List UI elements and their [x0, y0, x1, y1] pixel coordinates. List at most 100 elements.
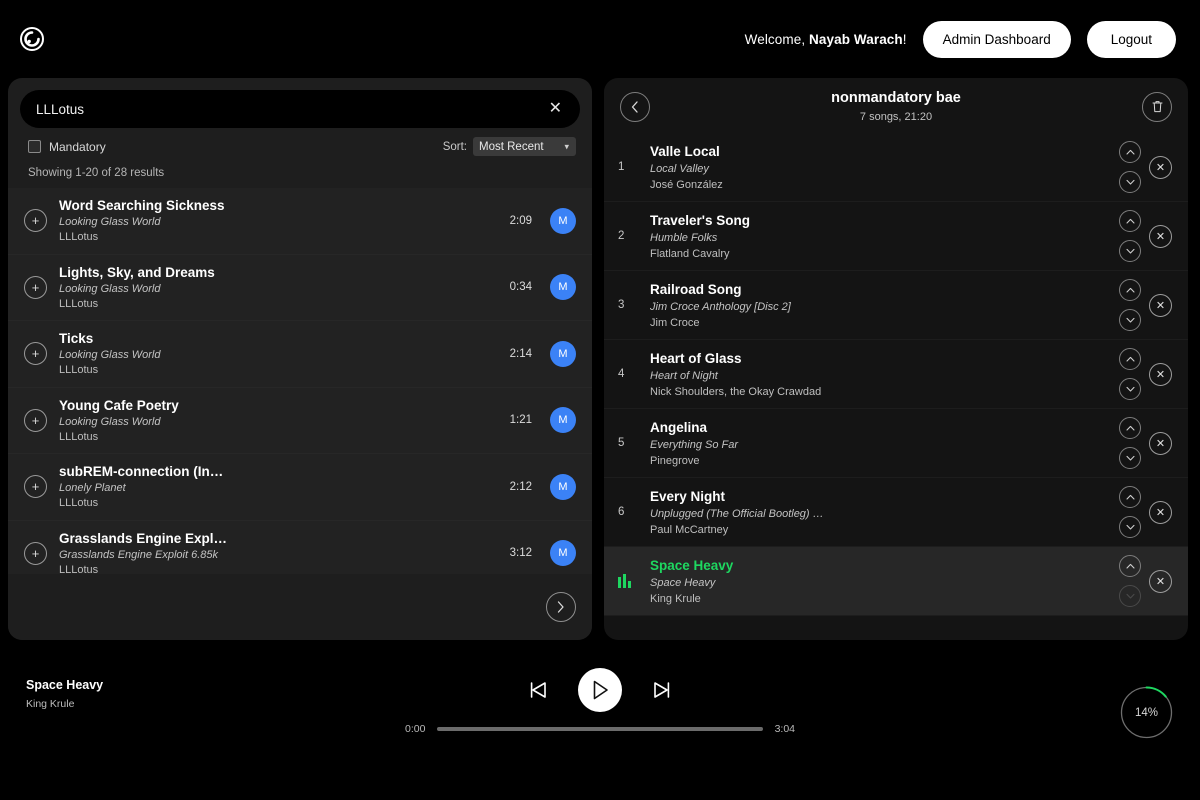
equalizer-icon	[618, 574, 640, 588]
chevron-up-icon	[1125, 287, 1135, 293]
current-time: 0:00	[405, 723, 426, 735]
search-result-row[interactable]: + Grasslands Engine Expl… Grasslands Engin…	[8, 520, 592, 574]
result-album: Grasslands Engine Exploit 6.85k	[59, 548, 218, 561]
chevron-down-icon	[1125, 179, 1135, 185]
search-results-list[interactable]: + Word Searching Sickness Looking Glass Wo…	[8, 188, 592, 574]
move-down-button[interactable]	[1119, 171, 1141, 193]
search-result-row[interactable]: + Ticks Looking Glass World LLLotus 2:14 M	[8, 321, 592, 388]
result-meta: Lights, Sky, and Dreams Looking Glass Wor…	[59, 265, 498, 310]
remove-track-button[interactable]: ✕	[1149, 293, 1172, 317]
chevron-up-icon	[1125, 563, 1135, 569]
track-actions: ✕	[1119, 210, 1172, 262]
search-result-row[interactable]: + Lights, Sky, and Dreams Looking Glass Wo…	[8, 254, 592, 321]
mandatory-filter[interactable]: Mandatory	[28, 140, 106, 154]
remove-track-button[interactable]: ✕	[1149, 431, 1172, 455]
remove-track-button[interactable]: ✕	[1149, 569, 1172, 593]
move-down-button[interactable]	[1119, 309, 1141, 331]
sort-select[interactable]: Most RecentTitleArtistAlbumDuration	[473, 137, 576, 156]
track-index: 3	[618, 299, 625, 311]
uploader-avatar[interactable]: M	[550, 473, 576, 500]
next-page-button[interactable]	[546, 592, 576, 622]
delete-playlist-button[interactable]	[1142, 91, 1172, 122]
play-button[interactable]	[578, 668, 622, 712]
logout-button[interactable]: Logout	[1086, 20, 1176, 58]
uploader-avatar[interactable]: M	[550, 340, 576, 367]
playlist-row[interactable]: 6 Every Night Unplugged (The Official Boot…	[604, 478, 1188, 547]
uploader-avatar[interactable]: M	[550, 274, 576, 301]
progress-bar[interactable]	[437, 727, 763, 731]
move-up-button[interactable]	[1119, 555, 1141, 577]
move-up-button[interactable]	[1119, 210, 1141, 232]
volume-knob[interactable]: 14%	[1119, 685, 1174, 740]
playlist-back-button[interactable]	[620, 91, 650, 122]
playlist-row[interactable]: 3 Railroad Song Jim Croce Anthology [Disc …	[604, 271, 1188, 340]
track-move-buttons	[1119, 486, 1141, 538]
move-up-button[interactable]	[1119, 141, 1141, 163]
add-to-playlist-button[interactable]: +	[24, 209, 47, 233]
result-duration: 1:21	[509, 414, 532, 427]
music-app: Welcome, Nayab Warach! Admin Dashboard L…	[0, 0, 1200, 800]
move-down-button[interactable]	[1119, 240, 1141, 262]
search-input[interactable]	[36, 101, 547, 117]
result-artist: LLLotus	[59, 430, 99, 443]
previous-track-button[interactable]	[520, 674, 556, 706]
search-result-row[interactable]: + subREM-connection (In… Lonely Planet LLLo…	[8, 454, 592, 521]
sort-select-wrap: Most RecentTitleArtistAlbumDuration ▾	[473, 137, 576, 156]
now-playing-artist: King Krule	[26, 698, 75, 710]
result-title: subREM-connection (In…	[59, 464, 224, 480]
track-artist: Pinegrove	[650, 454, 700, 467]
remove-track-button[interactable]: ✕	[1149, 155, 1172, 179]
remove-track-button[interactable]: ✕	[1149, 500, 1172, 524]
move-down-button[interactable]	[1119, 516, 1141, 538]
track-actions: ✕	[1119, 279, 1172, 331]
playlist-panel: nonmandatory bae 7 songs, 21:20 1 Valle L…	[604, 78, 1188, 640]
add-to-playlist-button[interactable]: +	[24, 408, 47, 432]
track-meta: Traveler's Song Humble Folks Flatland Cava…	[650, 213, 1109, 260]
search-result-row[interactable]: + Word Searching Sickness Looking Glass Wo…	[8, 188, 592, 255]
app-logo[interactable]	[10, 17, 54, 61]
admin-dashboard-button[interactable]: Admin Dashboard	[922, 20, 1071, 58]
welcome-username: Nayab Warach	[809, 31, 903, 47]
welcome-message: Welcome, Nayab Warach!	[745, 32, 907, 47]
clear-search-icon[interactable]: ✕	[547, 99, 564, 119]
track-title: Angelina	[650, 419, 708, 435]
track-index: 1	[618, 161, 625, 173]
track-index: 5	[618, 437, 625, 449]
uploader-avatar[interactable]: M	[550, 540, 576, 567]
playlist-row[interactable]: 4 Heart of Glass Heart of Night Nick Should…	[604, 340, 1188, 409]
search-result-row[interactable]: + Young Cafe Poetry Looking Glass World LLL…	[8, 387, 592, 454]
move-up-button[interactable]	[1119, 279, 1141, 301]
add-to-playlist-button[interactable]: +	[24, 275, 47, 299]
mandatory-checkbox[interactable]	[28, 140, 41, 153]
add-to-playlist-button[interactable]: +	[24, 475, 47, 499]
uploader-avatar[interactable]: M	[550, 207, 576, 234]
track-album: Unplugged (The Official Bootleg) …	[650, 507, 824, 520]
track-move-buttons	[1119, 279, 1141, 331]
move-down-button[interactable]	[1119, 378, 1141, 400]
track-artist: José González	[650, 178, 723, 191]
track-title: Traveler's Song	[650, 212, 751, 228]
next-track-button[interactable]	[644, 674, 680, 706]
add-to-playlist-button[interactable]: +	[24, 342, 47, 366]
remove-track-button[interactable]: ✕	[1149, 224, 1172, 248]
remove-track-button[interactable]: ✕	[1149, 362, 1172, 386]
playlist-row-playing[interactable]: Space Heavy Space Heavy King Krule ✕	[604, 547, 1188, 616]
move-down-button[interactable]	[1119, 585, 1141, 607]
uploader-avatar[interactable]: M	[550, 407, 576, 434]
playlist-row[interactable]: 2 Traveler's Song Humble Folks Flatland Cav…	[604, 202, 1188, 271]
move-up-button[interactable]	[1119, 348, 1141, 370]
track-meta: Space Heavy Space Heavy King Krule	[650, 558, 1109, 605]
move-up-button[interactable]	[1119, 417, 1141, 439]
playlist-row[interactable]: 5 Angelina Everything So Far Pinegrove ✕	[604, 409, 1188, 478]
track-index: 6	[618, 506, 625, 518]
move-up-button[interactable]	[1119, 486, 1141, 508]
playlist-row[interactable]: 1 Valle Local Local Valley José González ✕	[604, 133, 1188, 202]
result-artist: LLLotus	[59, 563, 99, 574]
header-actions: Welcome, Nayab Warach! Admin Dashboard L…	[745, 20, 1176, 58]
move-down-button[interactable]	[1119, 447, 1141, 469]
search-panel: ✕ Mandatory Sort: Most RecentTitleArtist…	[8, 78, 592, 640]
add-to-playlist-button[interactable]: +	[24, 541, 47, 565]
track-title: Every Night	[650, 488, 726, 504]
playlist-track-list[interactable]: 1 Valle Local Local Valley José González ✕ 2 T…	[604, 133, 1188, 640]
result-album: Looking Glass World	[59, 415, 161, 428]
